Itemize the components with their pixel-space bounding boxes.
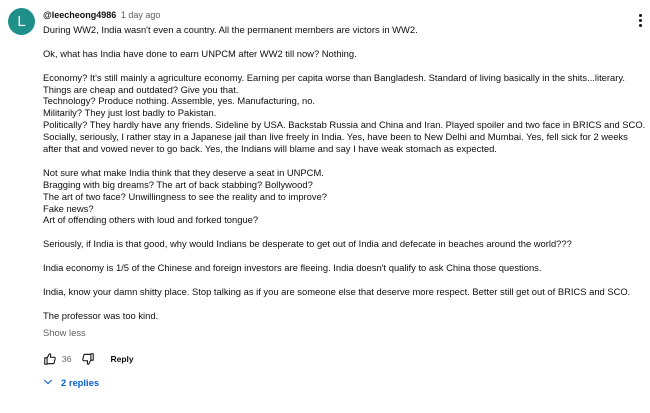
comment-text: During WW2, India wasn't even a country.…	[43, 24, 646, 322]
comment-line: Fake news?	[43, 202, 94, 214]
comment-line: Things are cheap and outdated? Give you …	[43, 83, 239, 95]
comment-line: The art of two face? Unwillingness to se…	[43, 190, 328, 202]
comment-line: The professor was too kind.	[43, 309, 159, 321]
thumbs-up-icon[interactable]	[43, 352, 57, 366]
comment: @leecheong4986 1 day ago During WW2, Ind…	[43, 9, 646, 388]
comment-line: Socially, seriously, I rather stay in a …	[43, 131, 628, 143]
like-count: 36	[62, 353, 72, 364]
chevron-down-icon	[44, 379, 52, 385]
replies-label: 2 replies	[61, 376, 100, 388]
show-less-button[interactable]: Show less	[43, 327, 86, 338]
comment-header: @leecheong4986 1 day ago	[43, 9, 643, 21]
author-name[interactable]: @leecheong4986	[43, 10, 116, 20]
avatar[interactable]: L	[8, 8, 35, 35]
comment-line: During WW2, India wasn't even a country.…	[43, 24, 418, 35]
comment-line: Seriously, if India is that good, why wo…	[43, 238, 572, 250]
comment-line: Politically? They hardly have any friend…	[43, 119, 646, 131]
reply-button[interactable]: Reply	[110, 354, 133, 364]
view-replies-button[interactable]: 2 replies	[43, 377, 123, 388]
comment-line: Militarily? They just lost badly to Paki…	[43, 107, 217, 119]
comment-line: India economy is 1/5 of the Chinese and …	[43, 262, 542, 274]
comment-line: India, know your damn shitty place. Stop…	[43, 285, 631, 297]
comment-actions: 36 Reply	[43, 351, 643, 367]
comment-line: Bragging with big dreams? The art of bac…	[43, 178, 313, 190]
comment-line: Not sure what make India think that they…	[43, 166, 324, 178]
avatar-letter: L	[17, 13, 26, 30]
comment-line: Economy? It's still mainly a agriculture…	[43, 71, 625, 83]
comment-line: Art of offending others with loud and fo…	[43, 214, 259, 226]
thumbs-down-icon[interactable]	[81, 352, 95, 366]
comment-line: after that and vowed never to go back. Y…	[43, 143, 497, 155]
timestamp[interactable]: 1 day ago	[121, 10, 161, 20]
comment-line: Ok, what has India have done to earn UNP…	[43, 47, 357, 59]
comment-line: Technology? Produce nothing. Assemble, y…	[43, 95, 316, 107]
